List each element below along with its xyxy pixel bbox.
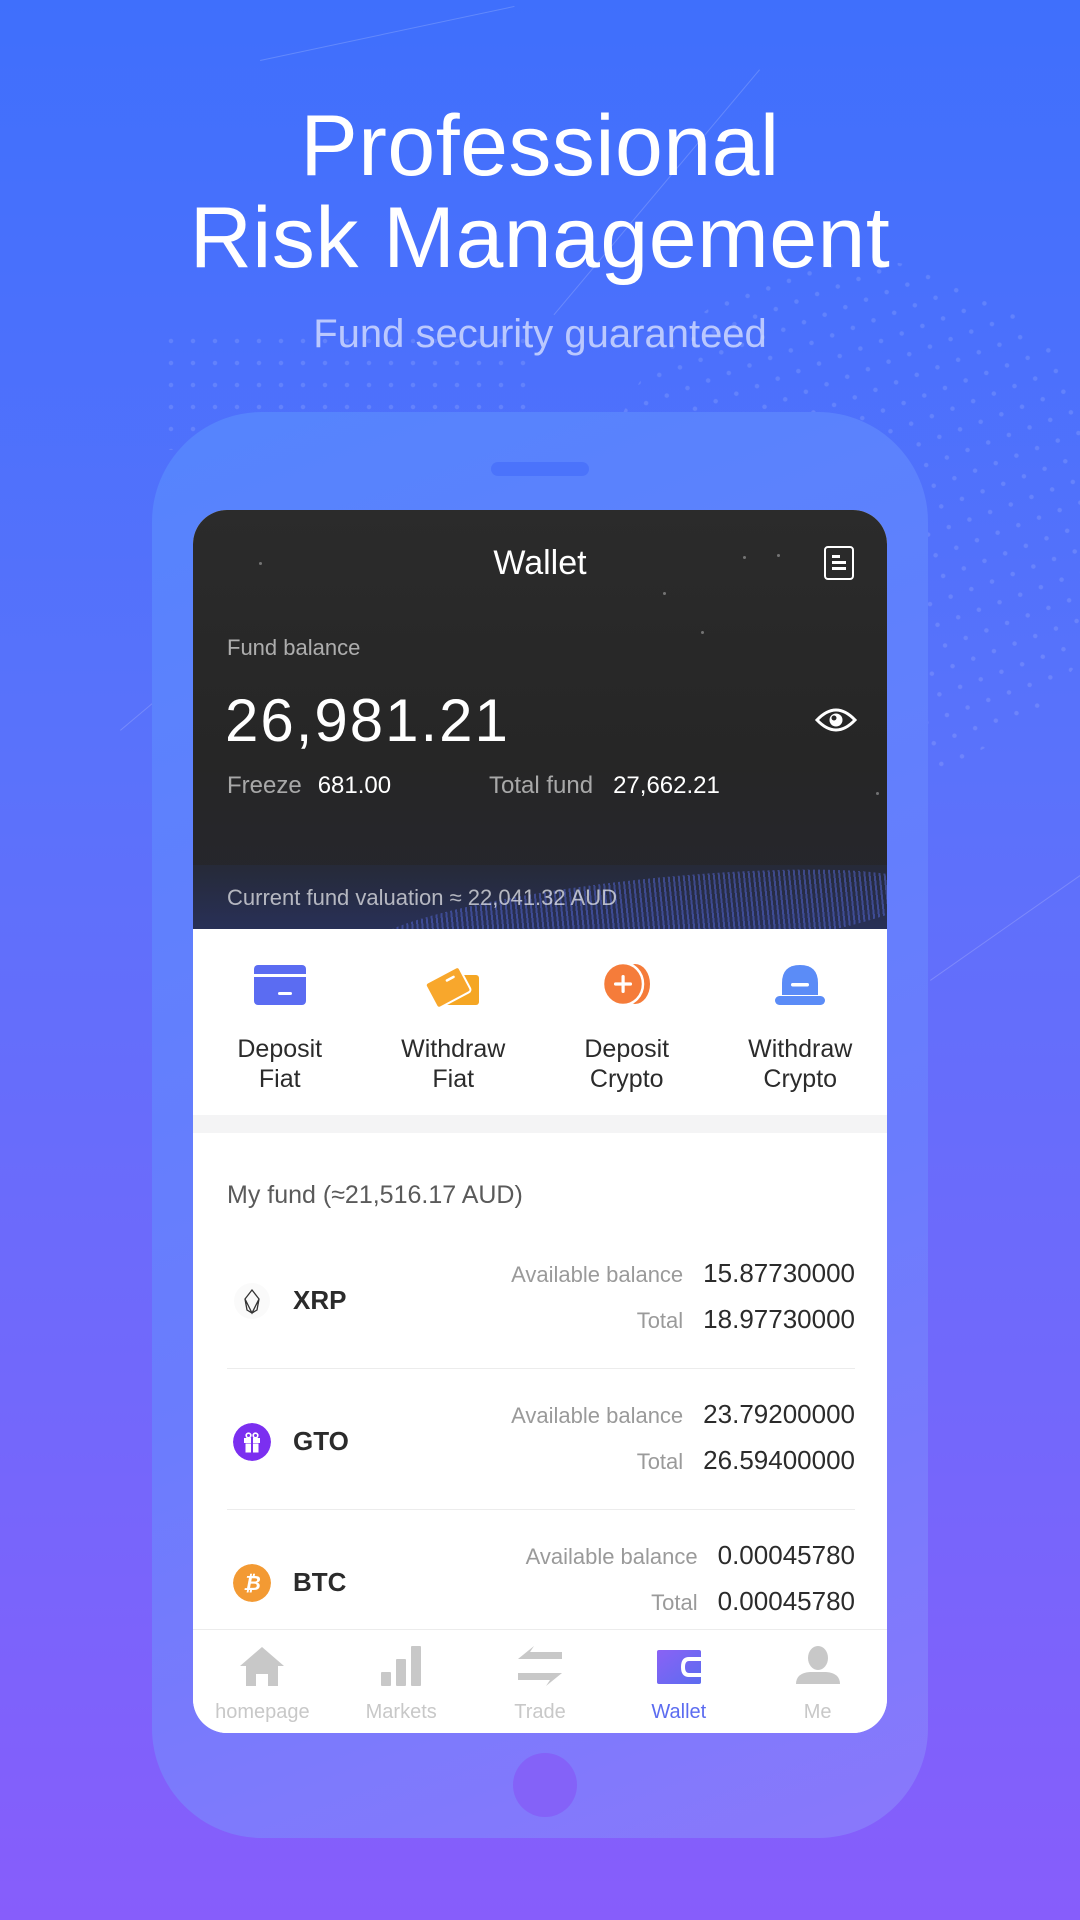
tab-homepage[interactable]: homepage <box>193 1630 332 1733</box>
action-label: Deposit Crypto <box>540 1034 714 1094</box>
action-label: Deposit Fiat <box>193 1034 367 1094</box>
phone-home-button <box>513 1753 577 1817</box>
action-label-line1: Deposit <box>584 1035 670 1063</box>
wallet-icon <box>656 1650 701 1684</box>
swap-arrows-icon <box>517 1646 562 1686</box>
total-value: 0.00045780 <box>717 1586 855 1616</box>
action-label-line1: Deposit <box>237 1035 323 1063</box>
tab-trade[interactable]: Trade <box>471 1630 610 1733</box>
wallet-header: Wallet Fund balance 26,981.21 Freeze 681.… <box>193 510 887 929</box>
action-label: Withdraw Fiat <box>367 1034 541 1094</box>
wallet-title: Wallet <box>493 544 587 582</box>
my-fund-title: My fund (≈21,516.17 AUD) <box>227 1181 523 1209</box>
withdraw-crypto-button[interactable]: Withdraw Crypto <box>714 929 888 1115</box>
bar-chart-icon <box>381 1646 422 1686</box>
withdraw-fiat-button[interactable]: Withdraw Fiat <box>367 929 541 1115</box>
tab-label: Trade <box>514 1701 566 1723</box>
phone-speaker <box>491 462 589 476</box>
coin-balances: Available balance 0.00045780 Total 0.00045… <box>526 1532 855 1624</box>
action-label-line1: Withdraw <box>748 1035 853 1063</box>
quick-actions: Deposit Fiat Withdraw Fiat Deposit Crypt… <box>193 929 887 1115</box>
available-balance-label: Available balance <box>525 1544 698 1569</box>
tab-wallet[interactable]: Wallet <box>609 1630 748 1733</box>
freeze-label: Freeze <box>227 772 302 799</box>
tab-me[interactable]: Me <box>748 1630 887 1733</box>
coin-balances: Available balance 15.87730000 Total 18.977… <box>511 1250 855 1342</box>
dome-minus-icon <box>775 965 826 1005</box>
my-fund-section: My fund (≈21,516.17 AUD) XRP Available b… <box>193 1133 887 1651</box>
action-label-line2: Crypto <box>589 1065 664 1093</box>
coin-symbol: GTO <box>293 1426 349 1456</box>
eos-crystal-icon <box>234 1283 270 1319</box>
action-label-line2: Crypto <box>763 1065 838 1093</box>
action-label-line1: Withdraw <box>401 1035 506 1063</box>
total-fund-label: Total fund <box>489 772 594 799</box>
coin-balances: Available balance 23.79200000 Total 26.594… <box>511 1391 855 1483</box>
total-value: 26.59400000 <box>703 1445 855 1475</box>
bottom-tab-bar: homepage Markets Trade Wallet Me <box>193 1629 887 1733</box>
total-fund-value: 27,662.21 <box>613 772 720 799</box>
hero-title-line2: Risk Management <box>189 190 891 286</box>
gift-icon <box>233 1423 271 1461</box>
home-icon <box>240 1647 285 1686</box>
total-value: 18.97730000 <box>703 1304 855 1334</box>
coin-symbol: XRP <box>293 1285 347 1315</box>
deposit-crypto-button[interactable]: Deposit Crypto <box>540 929 714 1115</box>
deposit-fiat-button[interactable]: Deposit Fiat <box>193 929 367 1115</box>
valuation-band: Current fund valuation ≈ 22,041.32 AUD <box>193 865 887 929</box>
hero-title-line1: Professional <box>300 98 780 194</box>
total-label: Total <box>651 1590 698 1615</box>
tab-label: Markets <box>365 1701 437 1723</box>
valuation-text: Current fund valuation ≈ 22,041.32 AUD <box>227 885 617 910</box>
app-screen: Wallet Fund balance 26,981.21 Freeze 681.… <box>193 510 887 1733</box>
coin-row-xrp[interactable]: XRP Available balance 15.87730000 Total 18… <box>227 1228 855 1369</box>
available-balance-value: 23.79200000 <box>703 1399 855 1429</box>
network-line <box>260 5 515 61</box>
action-label-line2: Fiat <box>258 1065 301 1093</box>
coin-row-gto[interactable]: GTO Available balance 23.79200000 Total 26… <box>227 1369 855 1510</box>
network-line <box>930 865 1080 981</box>
bitcoin-icon: ₿ <box>233 1564 271 1602</box>
fund-balance-value: 26,981.21 <box>225 687 510 754</box>
document-list-icon[interactable] <box>824 546 854 580</box>
eye-icon[interactable] <box>815 706 857 734</box>
available-balance-label: Available balance <box>511 1403 684 1428</box>
freeze-row: Freeze 681.00 <box>227 772 391 800</box>
total-label: Total <box>636 1449 684 1474</box>
hero-title: Professional Risk Management <box>0 100 1080 284</box>
user-icon <box>795 1646 840 1684</box>
available-balance-value: 0.00045780 <box>717 1540 855 1570</box>
action-label: Withdraw Crypto <box>714 1034 888 1094</box>
section-divider <box>193 1115 887 1133</box>
tab-markets[interactable]: Markets <box>332 1630 471 1733</box>
coin-symbol: BTC <box>293 1567 347 1597</box>
tab-label: homepage <box>215 1701 310 1723</box>
total-fund-row: Total fund 27,662.21 <box>489 772 720 800</box>
coin-plus-icon <box>601 961 650 1007</box>
available-balance-value: 15.87730000 <box>703 1258 855 1288</box>
tab-label: Me <box>803 1701 832 1723</box>
action-label-line2: Fiat <box>432 1065 475 1093</box>
hero-subtitle: Fund security guaranteed <box>313 312 767 356</box>
available-balance-label: Available balance <box>511 1262 684 1287</box>
freeze-value: 681.00 <box>317 772 392 799</box>
fund-balance-label: Fund balance <box>227 635 361 660</box>
cards-icon <box>425 966 480 1009</box>
total-label: Total <box>636 1308 684 1333</box>
tab-label: Wallet <box>651 1701 707 1723</box>
card-icon <box>253 965 306 1005</box>
svg-text:₿: ₿ <box>243 1573 261 1595</box>
